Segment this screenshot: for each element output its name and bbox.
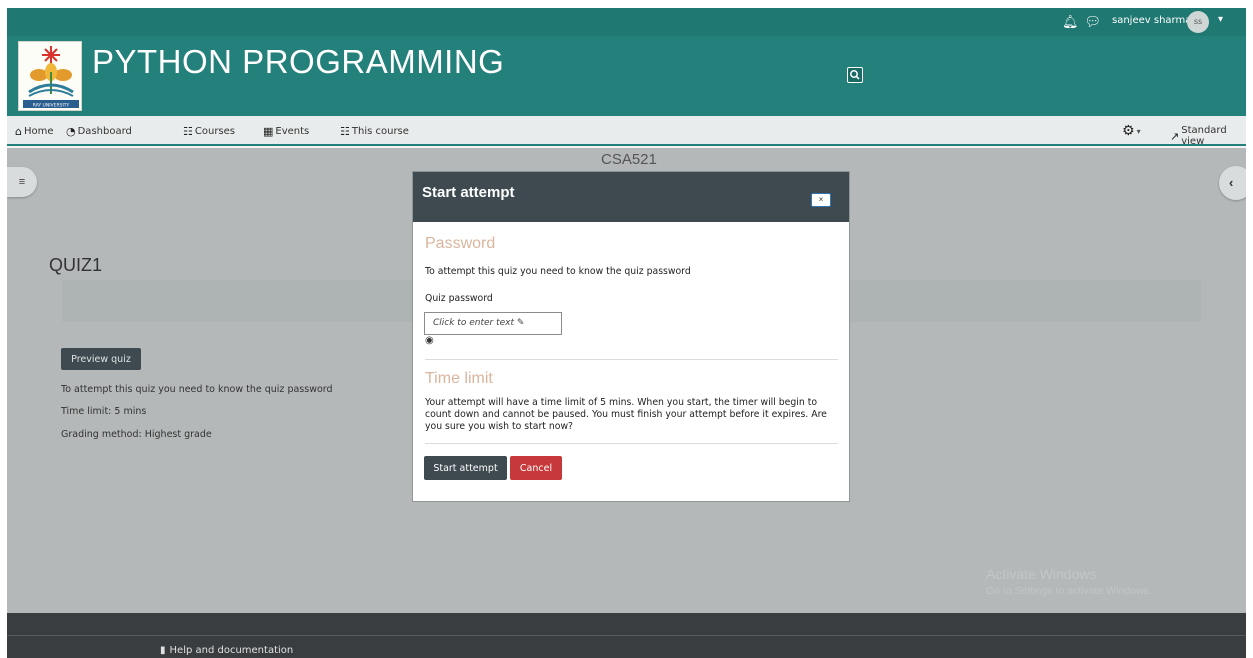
chevron-left-icon: ‹ [1229, 175, 1234, 190]
primary-navigation: ⌂ Home ◔ Dashboard ☷ Courses ▦ Events ☷ … [7, 116, 1246, 147]
chevron-down-icon: ▾ [1136, 126, 1141, 136]
section-divider [425, 443, 838, 444]
nav-item-home[interactable]: ⌂ Home [15, 125, 54, 138]
sitemap-icon: ☷ [340, 125, 350, 138]
dialog-header: Start attempt × [413, 172, 849, 222]
drawer-toggle-button[interactable]: ≡ [7, 167, 37, 197]
nav-item-dashboard[interactable]: ◔ Dashboard [66, 125, 132, 138]
watermark-subtitle: Go to Settings to activate Windows. [986, 585, 1152, 597]
site-header: RAY UNIVERSITY PYTHON PROGRAMMING [7, 36, 1246, 116]
search-icon [850, 70, 860, 80]
book-icon: ▮ [160, 645, 166, 656]
watermark-title: Activate Windows [986, 566, 1097, 582]
start-attempt-dialog: Start attempt × Password To attempt this… [412, 171, 850, 502]
close-button[interactable]: × [811, 193, 831, 207]
quiz-password-field[interactable]: Click to enter text ✎ [424, 312, 562, 335]
quiz-info-time-limit: Time limit: 5 mins [61, 406, 147, 417]
quiz-info-password: To attempt this quiz you need to know th… [61, 384, 333, 395]
bell-icon[interactable]: 🔔︎ [1062, 14, 1079, 30]
password-field-label: Quiz password [425, 293, 493, 304]
university-logo[interactable]: RAY UNIVERSITY [18, 41, 82, 111]
section-divider [425, 359, 838, 360]
nav-item-this-course[interactable]: ☷ This course [340, 125, 409, 138]
preview-quiz-button[interactable]: Preview quiz [61, 348, 141, 370]
browser-viewport: 🔔︎ 💬︎ sanjeev sharma ss ▾ RAY UNIVERSITY… [7, 8, 1246, 658]
help-link[interactable]: ▮ Help and documentation [160, 645, 293, 656]
start-attempt-button[interactable]: Start attempt [424, 456, 507, 480]
password-description: To attempt this quiz you need to know th… [425, 266, 691, 277]
password-heading: Password [425, 235, 496, 252]
page-title: QUIZ1 [49, 255, 103, 275]
grid-icon: ☷ [183, 125, 193, 138]
compress-icon: ↗ [1170, 129, 1180, 143]
search-button[interactable] [847, 67, 863, 83]
time-limit-line: count down and cannot be paused. You mus… [425, 409, 827, 420]
pencil-icon: ✎ [516, 318, 525, 328]
page-footer: ▮ Help and documentation [7, 613, 1246, 658]
username[interactable]: sanjeev sharma [1112, 15, 1191, 26]
logo-text: RAY UNIVERSITY [33, 103, 70, 109]
quiz-info-grading: Grading method: Highest grade [61, 429, 212, 440]
footer-divider [7, 635, 1246, 636]
site-title: PYTHON PROGRAMMING [92, 43, 505, 80]
nav-item-courses[interactable]: ☷ Courses [183, 125, 235, 138]
standard-view-toggle[interactable]: ↗ Standard view [1170, 125, 1246, 147]
home-icon: ⌂ [15, 125, 22, 138]
time-limit-line: you sure you wish to start now? [425, 421, 573, 432]
gear-icon: ⚙ [1122, 123, 1135, 139]
chevron-down-icon[interactable]: ▾ [1218, 14, 1223, 25]
course-code: CSA521 [601, 151, 657, 168]
calendar-icon: ▦ [263, 125, 274, 138]
chat-icon[interactable]: 💬︎ [1085, 14, 1102, 30]
time-limit-heading: Time limit [425, 370, 493, 387]
eye-icon[interactable]: ◉ [425, 335, 434, 346]
close-icon: × [818, 195, 824, 204]
avatar[interactable]: ss [1187, 11, 1209, 33]
time-limit-line: Your attempt will have a time limit of 5… [425, 397, 818, 408]
settings-menu[interactable]: ⚙ ▾ [1122, 123, 1141, 139]
right-drawer-toggle[interactable]: ‹ [1219, 166, 1246, 200]
user-menu-bar: 🔔︎ 💬︎ sanjeev sharma ss ▾ [7, 8, 1246, 36]
nav-item-events[interactable]: ▦ Events [263, 125, 309, 138]
dashboard-icon: ◔ [66, 125, 76, 138]
cancel-button[interactable]: Cancel [510, 456, 562, 480]
dialog-title: Start attempt [422, 184, 515, 201]
list-icon: ≡ [18, 176, 26, 188]
